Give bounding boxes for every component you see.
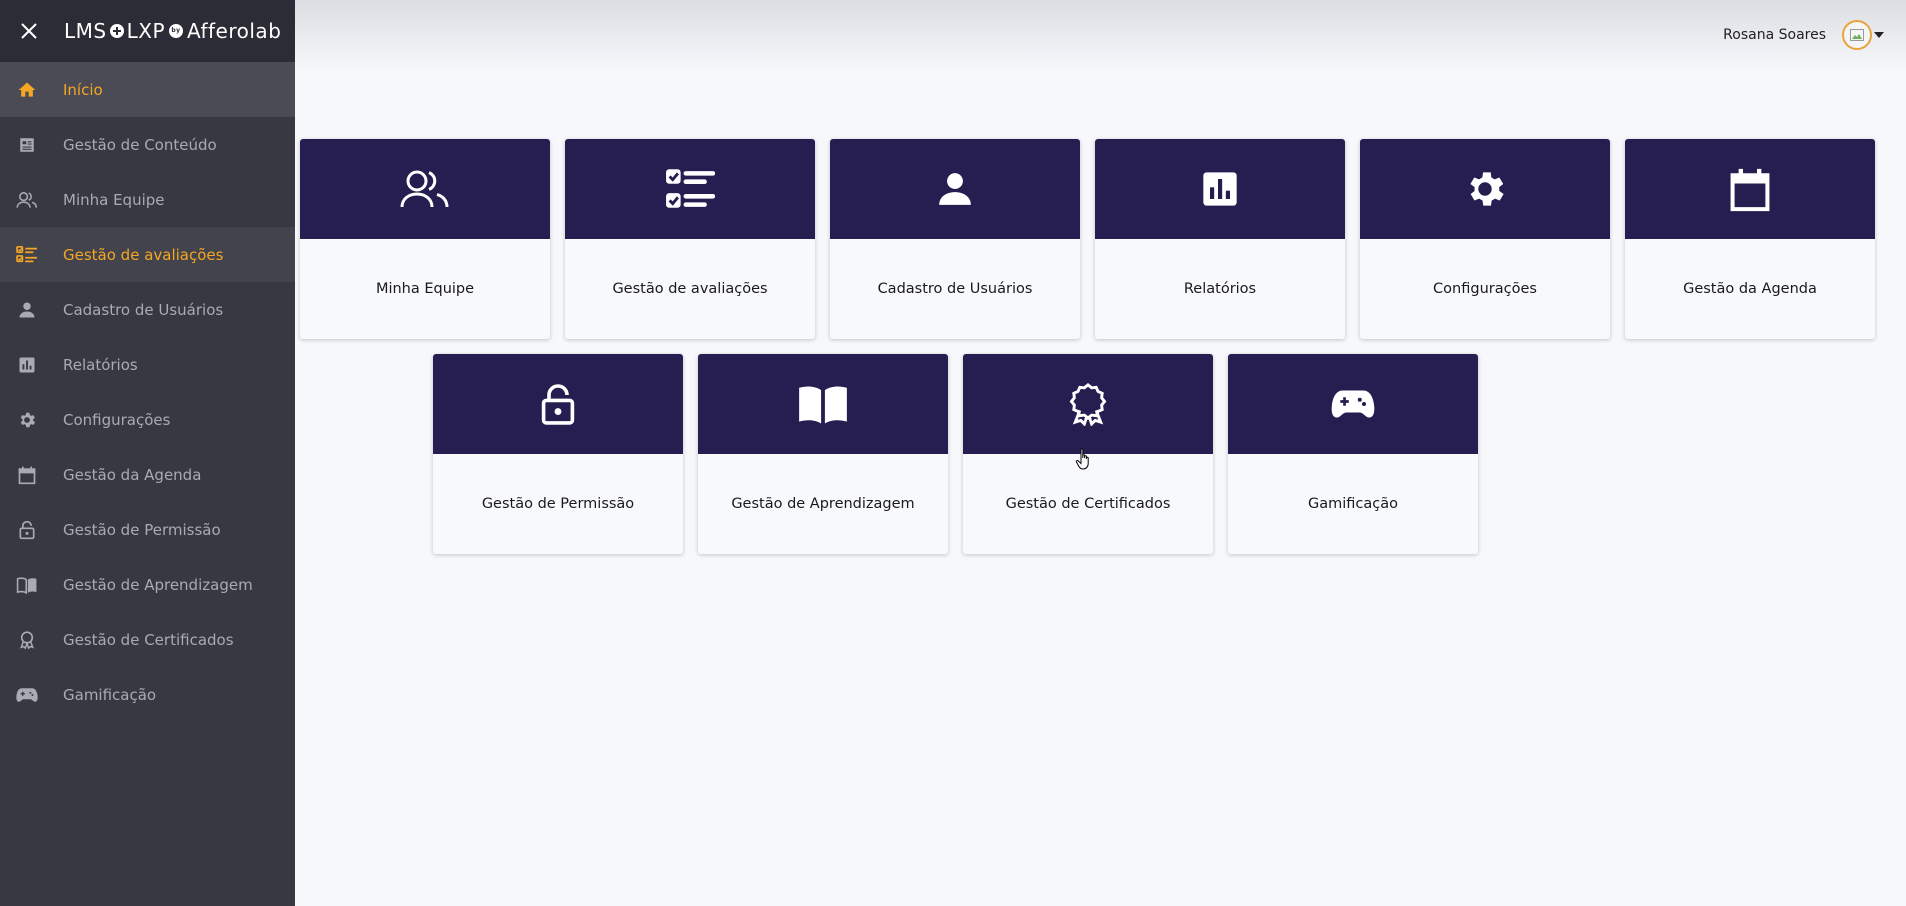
bar-chart-icon <box>16 354 38 376</box>
person-icon <box>939 173 971 205</box>
card-header <box>1360 139 1610 239</box>
sidebar-item-label: Configurações <box>63 410 171 429</box>
sidebar-item-label: Gestão da Agenda <box>63 465 202 484</box>
sidebar-item-gestao-agenda[interactable]: Gestão da Agenda <box>0 447 295 502</box>
card-label: Minha Equipe <box>375 281 475 297</box>
card-header <box>565 139 815 239</box>
logo-lxp: LXP <box>126 19 165 43</box>
card-label: Gestão de Permissão <box>481 496 635 512</box>
book-icon <box>799 386 847 424</box>
calendar-icon <box>1730 168 1770 212</box>
sidebar: LMS LXP by Afferolab Início Gestão de Co… <box>0 0 295 906</box>
card-cadastro-usuarios[interactable]: Cadastro de Usuários <box>830 139 1080 339</box>
sidebar-item-relatorios[interactable]: Relatórios <box>0 337 295 392</box>
sidebar-item-label: Início <box>63 80 103 99</box>
checklist-icon <box>666 169 715 208</box>
card-label: Gestão de avaliações <box>612 281 768 297</box>
sidebar-item-label: Gestão de Aprendizagem <box>63 575 253 594</box>
book-icon <box>16 574 38 596</box>
card-label: Gestão da Agenda <box>1683 281 1817 297</box>
checklist-icon <box>16 244 38 266</box>
card-label: Gamificação <box>1308 496 1398 512</box>
card-header <box>300 139 550 239</box>
card-gamificacao[interactable]: Gamificação <box>1228 354 1478 554</box>
sidebar-item-label: Cadastro de Usuários <box>63 300 224 319</box>
sidebar-item-gamificacao[interactable]: Gamificação <box>0 667 295 722</box>
card-header <box>433 354 683 454</box>
calendar-icon <box>16 464 38 486</box>
sidebar-item-minha-equipe[interactable]: Minha Equipe <box>0 172 295 227</box>
top-bar: Rosana Soares <box>295 0 1906 72</box>
sidebar-header: LMS LXP by Afferolab <box>0 0 295 62</box>
card-minha-equipe[interactable]: Minha Equipe <box>300 139 550 339</box>
sidebar-item-label: Minha Equipe <box>63 190 165 209</box>
sidebar-item-gestao-certificados[interactable]: Gestão de Certificados <box>0 612 295 667</box>
hand-cursor-icon <box>1075 448 1089 470</box>
card-configuracoes[interactable]: Configurações <box>1360 139 1610 339</box>
card-gestao-agenda[interactable]: Gestão da Agenda <box>1625 139 1875 339</box>
card-label: Gestão de Aprendizagem <box>731 496 915 512</box>
team-icon <box>16 189 38 211</box>
logo-by: by <box>169 24 183 38</box>
gamepad-icon <box>1331 390 1375 418</box>
card-relatorios[interactable]: Relatórios <box>1095 139 1345 339</box>
sidebar-item-label: Gestão de Certificados <box>63 630 234 649</box>
gamepad-icon <box>16 684 38 706</box>
gear-icon <box>16 409 38 431</box>
sidebar-item-label: Gestão de Permissão <box>63 520 221 539</box>
gear-icon <box>1470 172 1504 206</box>
card-header <box>963 354 1213 454</box>
close-sidebar-button[interactable] <box>18 20 40 42</box>
card-header <box>1625 139 1875 239</box>
card-gestao-aprendizagem[interactable]: Gestão de Aprendizagem <box>698 354 948 554</box>
sidebar-item-gestao-aprendizagem[interactable]: Gestão de Aprendizagem <box>0 557 295 612</box>
card-label: Cadastro de Usuários <box>877 281 1033 297</box>
broken-image-icon <box>1850 29 1864 41</box>
card-gestao-permissao[interactable]: Gestão de Permissão <box>433 354 683 554</box>
card-label: Configurações <box>1433 281 1537 297</box>
user-name: Rosana Soares <box>1723 27 1826 43</box>
brand-logo[interactable]: LMS LXP by Afferolab <box>64 19 281 43</box>
sidebar-item-label: Gamificação <box>63 685 157 704</box>
user-menu[interactable]: Rosana Soares <box>1723 20 1884 50</box>
card-gestao-avaliacoes[interactable]: Gestão de avaliações <box>565 139 815 339</box>
sidebar-item-gestao-permissao[interactable]: Gestão de Permissão <box>0 502 295 557</box>
award-icon <box>1069 383 1107 426</box>
avatar[interactable] <box>1842 20 1872 50</box>
sidebar-item-label: Relatórios <box>63 355 138 374</box>
card-header <box>1095 139 1345 239</box>
card-header <box>830 139 1080 239</box>
lock-icon <box>16 519 38 541</box>
sidebar-item-configuracoes[interactable]: Configurações <box>0 392 295 447</box>
sidebar-item-label: Gestão de avaliações <box>63 245 224 264</box>
home-icon <box>16 79 38 101</box>
bar-chart-icon <box>1203 172 1237 206</box>
chevron-down-icon[interactable] <box>1874 32 1884 38</box>
close-icon <box>21 23 37 39</box>
sidebar-item-label: Gestão de Conteúdo <box>63 135 217 154</box>
sidebar-item-gestao-avaliacoes[interactable]: Gestão de avaliações <box>0 227 295 282</box>
content-icon <box>16 134 38 156</box>
sidebar-item-inicio[interactable]: Início <box>0 62 295 117</box>
plus-icon <box>109 24 124 38</box>
logo-lms: LMS <box>64 19 107 43</box>
logo-afferolab: Afferolab <box>187 19 282 43</box>
team-icon <box>400 170 449 208</box>
card-header <box>1228 354 1478 454</box>
sidebar-item-gestao-conteudo[interactable]: Gestão de Conteúdo <box>0 117 295 172</box>
person-icon <box>16 299 38 321</box>
card-label: Relatórios <box>1183 281 1257 297</box>
lock-icon <box>541 384 575 425</box>
sidebar-item-cadastro-usuarios[interactable]: Cadastro de Usuários <box>0 282 295 337</box>
card-header <box>698 354 948 454</box>
award-icon <box>16 629 38 651</box>
